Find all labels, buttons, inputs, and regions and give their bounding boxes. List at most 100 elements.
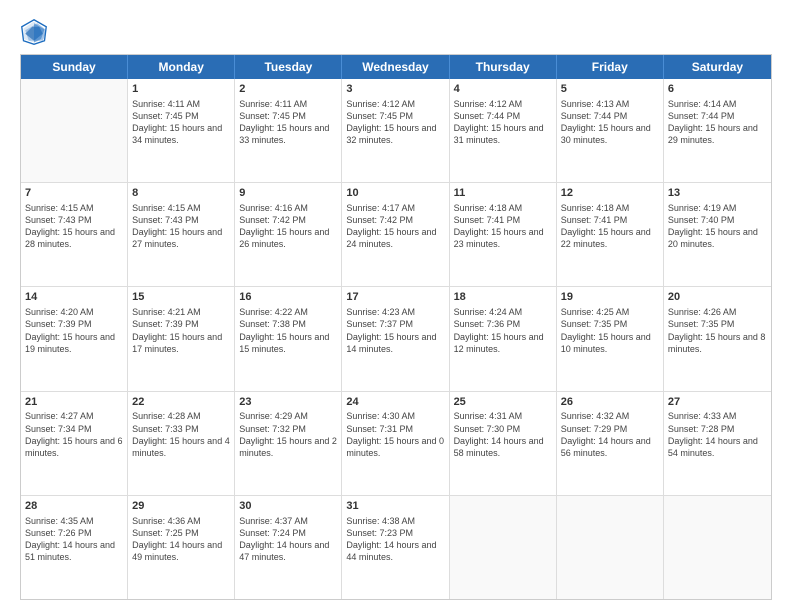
cell-info: Sunrise: 4:19 AM Sunset: 7:40 PM Dayligh… xyxy=(668,202,767,251)
calendar-cell: 14Sunrise: 4:20 AM Sunset: 7:39 PM Dayli… xyxy=(21,287,128,390)
calendar-cell: 30Sunrise: 4:37 AM Sunset: 7:24 PM Dayli… xyxy=(235,496,342,599)
calendar-cell: 22Sunrise: 4:28 AM Sunset: 7:33 PM Dayli… xyxy=(128,392,235,495)
cell-info: Sunrise: 4:37 AM Sunset: 7:24 PM Dayligh… xyxy=(239,515,337,564)
day-number: 6 xyxy=(668,82,767,97)
day-number: 16 xyxy=(239,290,337,305)
calendar: SundayMondayTuesdayWednesdayThursdayFrid… xyxy=(20,54,772,600)
day-number: 21 xyxy=(25,395,123,410)
day-number: 14 xyxy=(25,290,123,305)
cell-info: Sunrise: 4:15 AM Sunset: 7:43 PM Dayligh… xyxy=(25,202,123,251)
calendar-cell: 27Sunrise: 4:33 AM Sunset: 7:28 PM Dayli… xyxy=(664,392,771,495)
cell-info: Sunrise: 4:32 AM Sunset: 7:29 PM Dayligh… xyxy=(561,410,659,459)
cell-info: Sunrise: 4:31 AM Sunset: 7:30 PM Dayligh… xyxy=(454,410,552,459)
cell-info: Sunrise: 4:30 AM Sunset: 7:31 PM Dayligh… xyxy=(346,410,444,459)
calendar-cell: 29Sunrise: 4:36 AM Sunset: 7:25 PM Dayli… xyxy=(128,496,235,599)
header-day-wednesday: Wednesday xyxy=(342,55,449,79)
cell-info: Sunrise: 4:11 AM Sunset: 7:45 PM Dayligh… xyxy=(132,98,230,147)
day-number: 17 xyxy=(346,290,444,305)
calendar-row-3: 21Sunrise: 4:27 AM Sunset: 7:34 PM Dayli… xyxy=(21,392,771,496)
cell-info: Sunrise: 4:36 AM Sunset: 7:25 PM Dayligh… xyxy=(132,515,230,564)
calendar-cell: 19Sunrise: 4:25 AM Sunset: 7:35 PM Dayli… xyxy=(557,287,664,390)
day-number: 1 xyxy=(132,82,230,97)
calendar-cell: 17Sunrise: 4:23 AM Sunset: 7:37 PM Dayli… xyxy=(342,287,449,390)
calendar-row-4: 28Sunrise: 4:35 AM Sunset: 7:26 PM Dayli… xyxy=(21,496,771,599)
calendar-cell: 31Sunrise: 4:38 AM Sunset: 7:23 PM Dayli… xyxy=(342,496,449,599)
day-number: 10 xyxy=(346,186,444,201)
day-number: 27 xyxy=(668,395,767,410)
calendar-header-row: SundayMondayTuesdayWednesdayThursdayFrid… xyxy=(21,55,771,79)
day-number: 3 xyxy=(346,82,444,97)
day-number: 8 xyxy=(132,186,230,201)
calendar-body: 1Sunrise: 4:11 AM Sunset: 7:45 PM Daylig… xyxy=(21,79,771,599)
header-day-sunday: Sunday xyxy=(21,55,128,79)
header-day-monday: Monday xyxy=(128,55,235,79)
cell-info: Sunrise: 4:12 AM Sunset: 7:45 PM Dayligh… xyxy=(346,98,444,147)
calendar-cell: 23Sunrise: 4:29 AM Sunset: 7:32 PM Dayli… xyxy=(235,392,342,495)
calendar-cell: 3Sunrise: 4:12 AM Sunset: 7:45 PM Daylig… xyxy=(342,79,449,182)
calendar-cell: 5Sunrise: 4:13 AM Sunset: 7:44 PM Daylig… xyxy=(557,79,664,182)
calendar-cell: 25Sunrise: 4:31 AM Sunset: 7:30 PM Dayli… xyxy=(450,392,557,495)
header-day-thursday: Thursday xyxy=(450,55,557,79)
day-number: 20 xyxy=(668,290,767,305)
day-number: 23 xyxy=(239,395,337,410)
cell-info: Sunrise: 4:15 AM Sunset: 7:43 PM Dayligh… xyxy=(132,202,230,251)
cell-info: Sunrise: 4:13 AM Sunset: 7:44 PM Dayligh… xyxy=(561,98,659,147)
day-number: 5 xyxy=(561,82,659,97)
calendar-row-1: 7Sunrise: 4:15 AM Sunset: 7:43 PM Daylig… xyxy=(21,183,771,287)
day-number: 29 xyxy=(132,499,230,514)
calendar-cell: 24Sunrise: 4:30 AM Sunset: 7:31 PM Dayli… xyxy=(342,392,449,495)
cell-info: Sunrise: 4:38 AM Sunset: 7:23 PM Dayligh… xyxy=(346,515,444,564)
calendar-cell: 7Sunrise: 4:15 AM Sunset: 7:43 PM Daylig… xyxy=(21,183,128,286)
cell-info: Sunrise: 4:18 AM Sunset: 7:41 PM Dayligh… xyxy=(561,202,659,251)
day-number: 7 xyxy=(25,186,123,201)
calendar-cell xyxy=(450,496,557,599)
cell-info: Sunrise: 4:27 AM Sunset: 7:34 PM Dayligh… xyxy=(25,410,123,459)
day-number: 18 xyxy=(454,290,552,305)
calendar-cell: 12Sunrise: 4:18 AM Sunset: 7:41 PM Dayli… xyxy=(557,183,664,286)
day-number: 9 xyxy=(239,186,337,201)
cell-info: Sunrise: 4:29 AM Sunset: 7:32 PM Dayligh… xyxy=(239,410,337,459)
day-number: 30 xyxy=(239,499,337,514)
cell-info: Sunrise: 4:18 AM Sunset: 7:41 PM Dayligh… xyxy=(454,202,552,251)
day-number: 19 xyxy=(561,290,659,305)
day-number: 11 xyxy=(454,186,552,201)
day-number: 4 xyxy=(454,82,552,97)
cell-info: Sunrise: 4:17 AM Sunset: 7:42 PM Dayligh… xyxy=(346,202,444,251)
cell-info: Sunrise: 4:14 AM Sunset: 7:44 PM Dayligh… xyxy=(668,98,767,147)
day-number: 12 xyxy=(561,186,659,201)
calendar-cell: 1Sunrise: 4:11 AM Sunset: 7:45 PM Daylig… xyxy=(128,79,235,182)
cell-info: Sunrise: 4:24 AM Sunset: 7:36 PM Dayligh… xyxy=(454,306,552,355)
cell-info: Sunrise: 4:33 AM Sunset: 7:28 PM Dayligh… xyxy=(668,410,767,459)
calendar-cell xyxy=(557,496,664,599)
calendar-cell: 2Sunrise: 4:11 AM Sunset: 7:45 PM Daylig… xyxy=(235,79,342,182)
calendar-cell: 6Sunrise: 4:14 AM Sunset: 7:44 PM Daylig… xyxy=(664,79,771,182)
calendar-cell: 8Sunrise: 4:15 AM Sunset: 7:43 PM Daylig… xyxy=(128,183,235,286)
day-number: 25 xyxy=(454,395,552,410)
calendar-cell: 4Sunrise: 4:12 AM Sunset: 7:44 PM Daylig… xyxy=(450,79,557,182)
day-number: 22 xyxy=(132,395,230,410)
header-day-saturday: Saturday xyxy=(664,55,771,79)
calendar-cell: 11Sunrise: 4:18 AM Sunset: 7:41 PM Dayli… xyxy=(450,183,557,286)
cell-info: Sunrise: 4:22 AM Sunset: 7:38 PM Dayligh… xyxy=(239,306,337,355)
cell-info: Sunrise: 4:11 AM Sunset: 7:45 PM Dayligh… xyxy=(239,98,337,147)
cell-info: Sunrise: 4:25 AM Sunset: 7:35 PM Dayligh… xyxy=(561,306,659,355)
logo xyxy=(20,18,52,46)
header-day-tuesday: Tuesday xyxy=(235,55,342,79)
logo-icon xyxy=(20,18,48,46)
calendar-cell: 15Sunrise: 4:21 AM Sunset: 7:39 PM Dayli… xyxy=(128,287,235,390)
day-number: 13 xyxy=(668,186,767,201)
cell-info: Sunrise: 4:16 AM Sunset: 7:42 PM Dayligh… xyxy=(239,202,337,251)
calendar-row-0: 1Sunrise: 4:11 AM Sunset: 7:45 PM Daylig… xyxy=(21,79,771,183)
calendar-cell: 28Sunrise: 4:35 AM Sunset: 7:26 PM Dayli… xyxy=(21,496,128,599)
calendar-cell: 16Sunrise: 4:22 AM Sunset: 7:38 PM Dayli… xyxy=(235,287,342,390)
cell-info: Sunrise: 4:21 AM Sunset: 7:39 PM Dayligh… xyxy=(132,306,230,355)
cell-info: Sunrise: 4:20 AM Sunset: 7:39 PM Dayligh… xyxy=(25,306,123,355)
day-number: 24 xyxy=(346,395,444,410)
calendar-cell: 10Sunrise: 4:17 AM Sunset: 7:42 PM Dayli… xyxy=(342,183,449,286)
calendar-cell xyxy=(664,496,771,599)
day-number: 31 xyxy=(346,499,444,514)
cell-info: Sunrise: 4:28 AM Sunset: 7:33 PM Dayligh… xyxy=(132,410,230,459)
calendar-cell: 9Sunrise: 4:16 AM Sunset: 7:42 PM Daylig… xyxy=(235,183,342,286)
day-number: 28 xyxy=(25,499,123,514)
calendar-cell: 20Sunrise: 4:26 AM Sunset: 7:35 PM Dayli… xyxy=(664,287,771,390)
